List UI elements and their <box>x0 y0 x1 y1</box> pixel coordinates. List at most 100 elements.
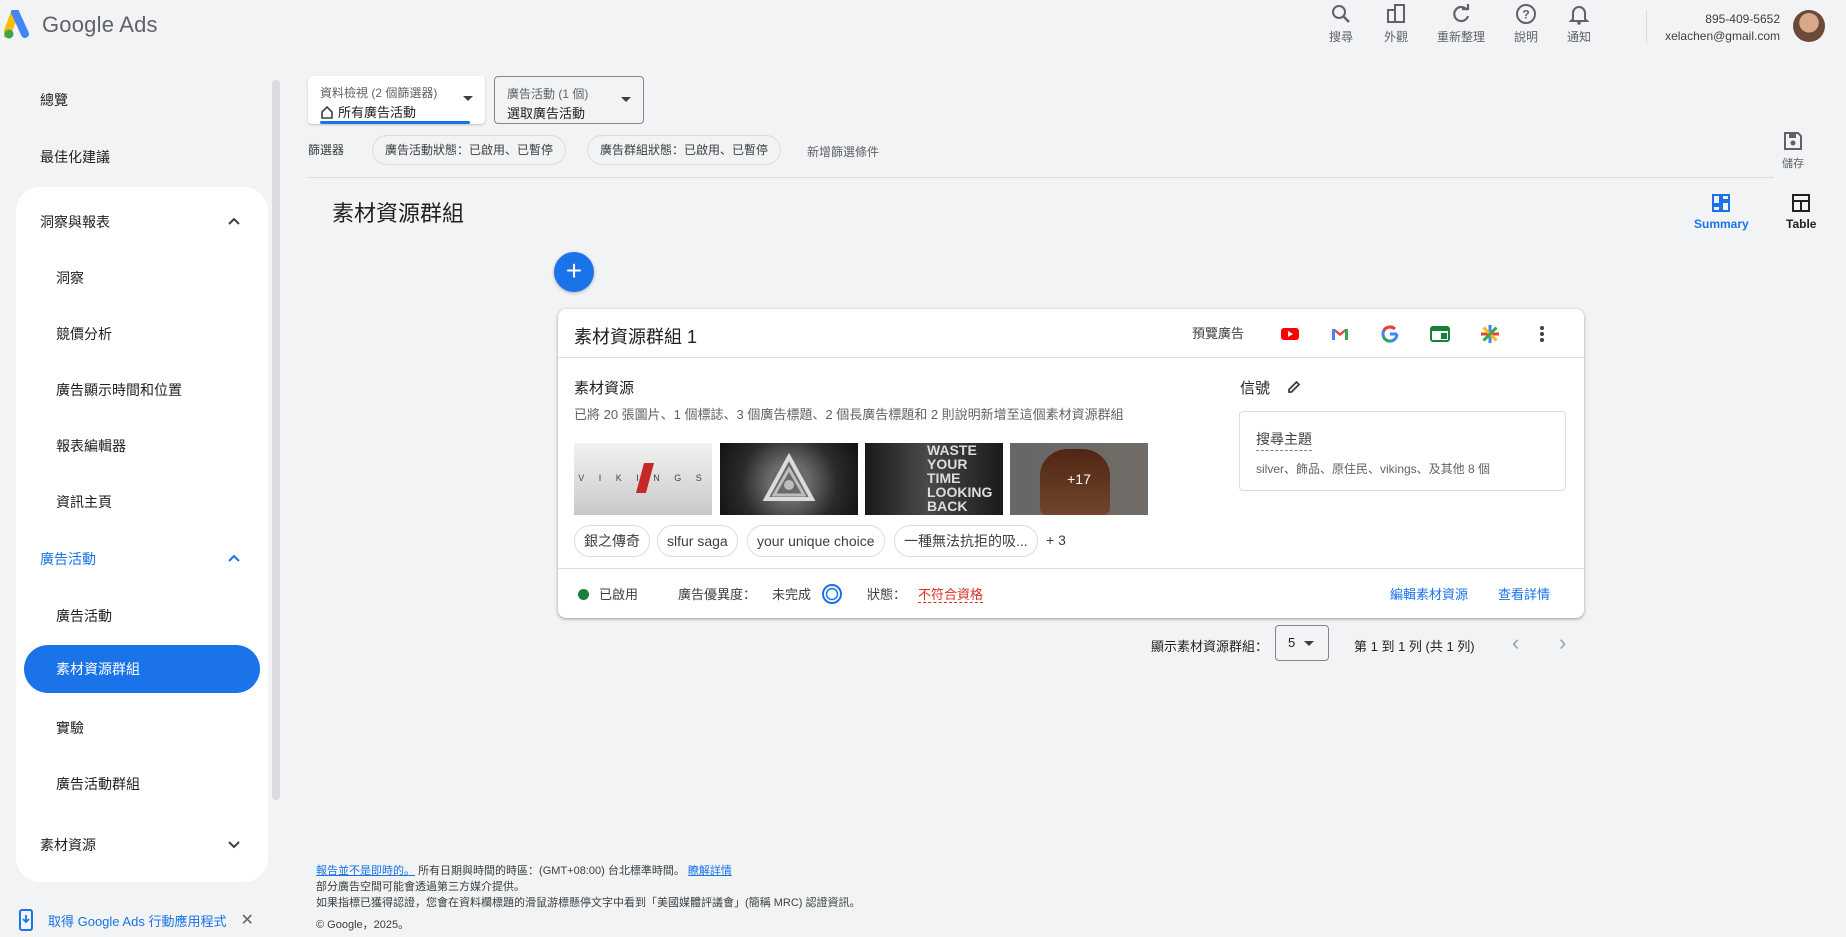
gmail-icon[interactable] <box>1329 323 1351 345</box>
waste-time-image: WASTE YOUR TIME LOOKING BACK <box>927 443 993 514</box>
sidebar-item-report-editor[interactable]: 報表編輯器 <box>56 436 126 456</box>
sidebar-item-asset-groups[interactable]: 素材資源群組 <box>24 645 260 693</box>
phone-download-icon <box>19 909 33 931</box>
app-name: Google Ads <box>42 12 158 37</box>
data-view-selector[interactable]: 資料檢視 (2 個篩選器) 所有廣告活動 <box>308 76 485 124</box>
campaign-selector-value: 選取廣告活動 <box>507 106 586 121</box>
asset-image-waste-time[interactable]: WASTE YOUR TIME LOOKING BACK <box>865 443 1003 515</box>
help-tool[interactable]: ? 說明 <box>1496 2 1556 45</box>
account-info[interactable]: 895-409-5652 xelachen@gmail.com <box>1665 11 1780 45</box>
top-bar: Google Ads 搜尋 外觀 重新整理 ? 說明 通知 895-409-56… <box>0 0 1846 56</box>
not-realtime-link[interactable]: 報告並不是即時的。 <box>316 865 415 877</box>
signal-box[interactable]: 搜尋主題 silver、飾品、原住民、vikings、及其他 8 個 <box>1239 411 1566 491</box>
sidebar-scrollbar[interactable] <box>272 80 280 800</box>
status-value-wrap[interactable]: 不符合資格 <box>918 584 984 603</box>
ad-strength-ring-icon <box>822 584 842 604</box>
data-view-value: 所有廣告活動 <box>320 102 416 122</box>
sidebar-item-dashboards[interactable]: 資訊主頁 <box>56 492 112 512</box>
sidebar-item-when-where[interactable]: 廣告顯示時間和位置 <box>56 380 182 400</box>
data-view-value-text: 所有廣告活動 <box>338 105 417 120</box>
edit-assets-link[interactable]: 編輯素材資源 <box>1390 584 1468 603</box>
campaigns-section-title[interactable]: 廣告活動 <box>40 549 96 569</box>
appearance-label: 外觀 <box>1383 30 1408 44</box>
add-filter-button[interactable]: 新增篩選條件 <box>807 143 879 160</box>
table-view-label: Table <box>1786 217 1817 231</box>
table-view-button[interactable]: Table <box>1786 192 1816 231</box>
appearance-tool[interactable]: 外觀 <box>1366 2 1426 45</box>
campaign-selector[interactable]: 廣告活動 (1 個) 選取廣告活動 <box>494 76 644 124</box>
asset-image-vikings[interactable]: V I K I N G S <box>574 443 712 515</box>
filter-chip-campaign-status[interactable]: 廣告活動狀態：已啟用、已暫停 <box>372 135 567 165</box>
card-footer-divider <box>558 568 1584 569</box>
youtube-icon[interactable] <box>1279 323 1301 345</box>
bell-icon <box>1568 6 1590 25</box>
chevron-down-icon[interactable] <box>226 837 242 853</box>
sidebar-item-recommendations[interactable]: 最佳化建議 <box>40 147 110 167</box>
google-ads-logo[interactable]: Google Ads <box>4 10 158 40</box>
sidebar-item-assets[interactable]: 素材資源 <box>40 835 96 855</box>
rows-per-page-value: 5 <box>1288 635 1296 650</box>
search-label: 搜尋 <box>1328 30 1353 44</box>
pagination-range: 第 1 到 1 列 (共 1 列) <box>1354 639 1475 654</box>
google-search-icon[interactable] <box>1379 323 1401 345</box>
sidebar-item-experiments[interactable]: 實驗 <box>56 718 84 738</box>
ad-strength-value: 未完成 <box>772 587 812 602</box>
asset-image-knot[interactable] <box>720 443 858 515</box>
notifications-tool[interactable]: 通知 <box>1549 2 1609 45</box>
preview-ads-label[interactable]: 預覽廣告 <box>1192 323 1244 342</box>
more-vert-icon[interactable] <box>1531 323 1553 345</box>
footer-line-1: 報告並不是即時的。 所有日期與時間的時區：(GMT+08:00) 台北標準時間。… <box>316 863 861 879</box>
sidebar-item-campaigns[interactable]: 廣告活動 <box>56 606 112 626</box>
status-enabled[interactable]: 已啟用 <box>599 584 638 603</box>
refresh-label: 重新整理 <box>1436 30 1485 44</box>
save-button[interactable]: 儲存 <box>1778 130 1808 171</box>
summary-view-button[interactable]: Summary <box>1694 192 1749 231</box>
insights-section-title[interactable]: 洞察與報表 <box>40 212 110 232</box>
filter-divider <box>308 177 1774 178</box>
sidebar-item-insights[interactable]: 洞察 <box>56 268 84 288</box>
filter-chip-adgroup-status[interactable]: 廣告群組狀態：已啟用、已暫停 <box>587 135 782 165</box>
assets-heading: 素材資源 <box>574 380 635 397</box>
close-icon[interactable]: ✕ <box>240 910 253 930</box>
headline-chip[interactable]: your unique choice <box>747 525 885 557</box>
add-asset-group-button[interactable]: + <box>554 252 594 292</box>
asset-image-chief[interactable]: +17 <box>1010 443 1148 515</box>
avatar[interactable] <box>1793 10 1825 42</box>
pencil-icon[interactable] <box>1286 379 1302 395</box>
chevron-up-icon[interactable] <box>226 550 242 566</box>
dropdown-caret-icon <box>1304 641 1314 646</box>
status-value[interactable]: 不符合資格 <box>918 587 984 603</box>
dashboard-icon <box>1712 194 1731 212</box>
search-tool[interactable]: 搜尋 <box>1311 2 1371 45</box>
app-promo[interactable]: 取得 Google Ads 行動應用程式 ✕ <box>16 904 276 936</box>
headline-chip[interactable]: 銀之傳奇 <box>574 525 650 557</box>
refresh-tool[interactable]: 重新整理 <box>1431 2 1491 45</box>
asset-group-title[interactable]: 素材資源群組 1 <box>574 323 697 349</box>
notifications-label: 通知 <box>1566 30 1591 44</box>
campaigns-section: 廣告活動 廣告活動 素材資源群組 實驗 廣告活動群組 <box>16 532 268 882</box>
discover-icon[interactable] <box>1479 323 1501 345</box>
rows-per-page-select[interactable]: 5 <box>1275 625 1329 661</box>
selector-underline <box>320 121 470 124</box>
display-network-icon[interactable] <box>1429 323 1451 345</box>
celtic-knot-image <box>762 452 816 501</box>
headline-chip[interactable]: 一種無法抗拒的吸... <box>894 525 1038 557</box>
ad-strength-label: 廣告優異度： <box>678 587 757 602</box>
chevron-up-icon[interactable] <box>226 213 242 229</box>
sidebar-item-overview[interactable]: 總覽 <box>40 90 68 110</box>
view-details-link[interactable]: 查看詳情 <box>1498 584 1550 603</box>
footer-notes: 報告並不是即時的。 所有日期與時間的時區：(GMT+08:00) 台北標準時間。… <box>316 863 861 933</box>
next-page-icon[interactable]: › <box>1559 630 1566 656</box>
more-headlines[interactable]: + 3 <box>1046 532 1066 548</box>
dropdown-caret-icon <box>463 96 473 101</box>
headline-chip[interactable]: slfur saga <box>657 525 738 557</box>
learn-more-link[interactable]: 瞭解詳情 <box>688 865 732 877</box>
prev-page-icon[interactable]: ‹ <box>1512 630 1519 656</box>
table-icon <box>1792 194 1811 212</box>
status-label: 狀態： <box>867 587 907 602</box>
save-icon <box>1784 132 1802 150</box>
sidebar-item-campaign-groups[interactable]: 廣告活動群組 <box>56 774 140 794</box>
sidebar-item-auction[interactable]: 競價分析 <box>56 324 112 344</box>
asset-group-card: 素材資源群組 1 預覽廣告 素材資源 已將 20 張圖片、1 個標誌、3 個廣告… <box>558 309 1584 618</box>
save-label: 儲存 <box>1782 158 1804 170</box>
